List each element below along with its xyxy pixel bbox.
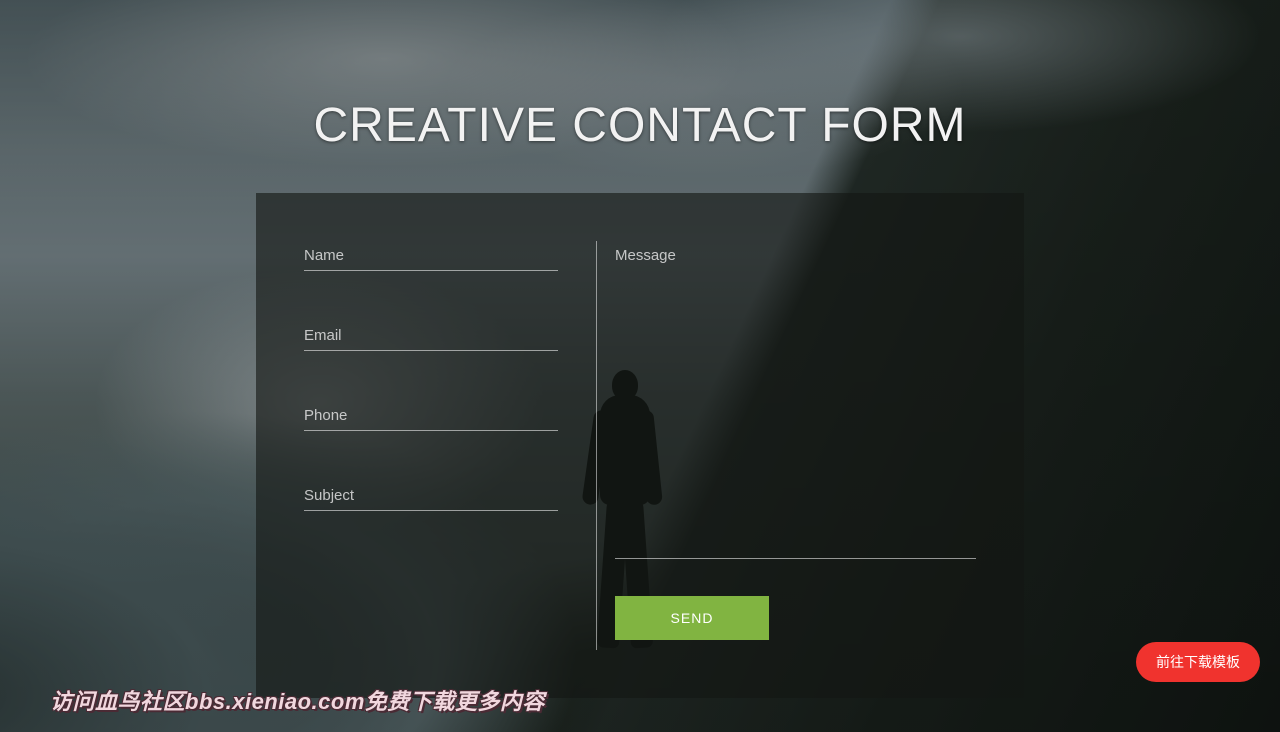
email-input[interactable] xyxy=(304,321,558,351)
phone-input[interactable] xyxy=(304,401,558,431)
contact-card: SEND xyxy=(256,193,1024,698)
message-textarea[interactable] xyxy=(615,241,976,559)
form-left-column xyxy=(304,241,596,650)
name-input[interactable] xyxy=(304,241,558,271)
subject-input[interactable] xyxy=(304,481,558,511)
page-title: CREATIVE CONTACT FORM xyxy=(0,98,1280,153)
download-template-button[interactable]: 前往下载模板 xyxy=(1136,642,1260,682)
form-right-column: SEND xyxy=(597,241,976,650)
promo-watermark: 访问血鸟社区bbs.xieniao.com免费下载更多内容 xyxy=(50,684,545,716)
send-button[interactable]: SEND xyxy=(615,596,769,640)
